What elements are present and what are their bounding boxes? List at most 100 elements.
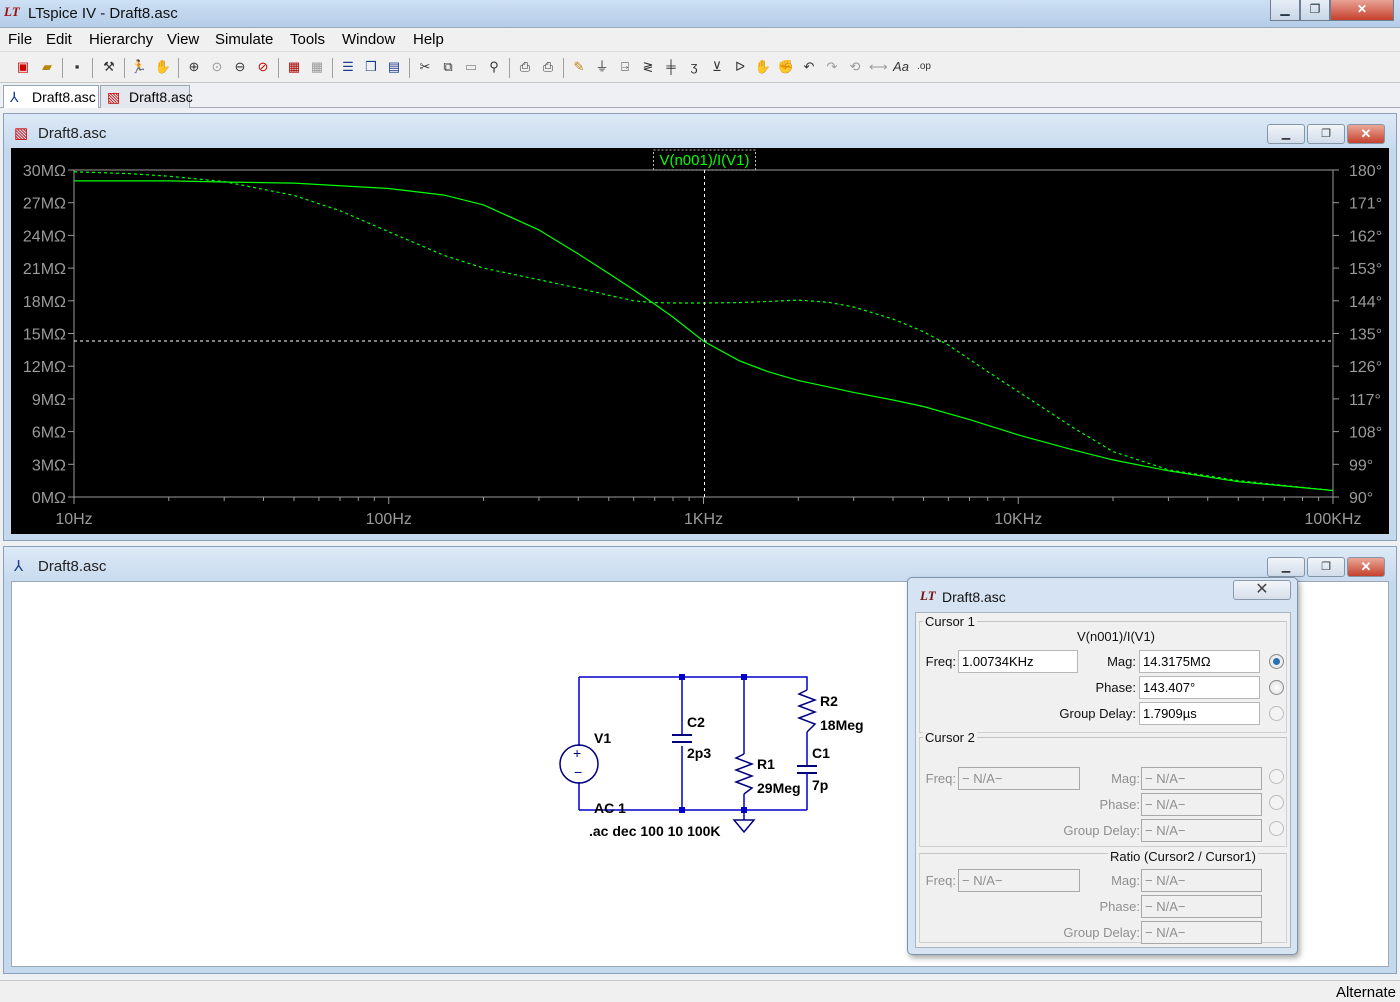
ratio-mag-field[interactable]: − N/A− — [1141, 869, 1262, 892]
cursor-dialog-close-button[interactable]: ✕ — [1233, 580, 1291, 600]
zoom-cancel-icon[interactable]: ⊘ — [254, 58, 272, 76]
ratio-phase-field[interactable]: − N/A− — [1141, 895, 1262, 918]
r1-value[interactable]: 29Meg — [757, 780, 801, 796]
resistor-icon[interactable]: ≷ — [639, 58, 657, 76]
cursor1-phase-radio[interactable] — [1269, 680, 1284, 695]
redo-icon[interactable]: ↷ — [823, 58, 841, 76]
c2-capacitor[interactable] — [672, 734, 692, 743]
menu-tools[interactable]: Tools — [290, 31, 325, 48]
mirror-icon[interactable]: ⟷ — [869, 58, 888, 76]
ground-icon[interactable]: ⏚ — [593, 58, 611, 76]
zoom-out-icon[interactable]: ⊖ — [231, 58, 249, 76]
r2-resistor[interactable] — [796, 689, 818, 733]
print-icon[interactable]: ⎙ — [539, 58, 557, 76]
menu-window[interactable]: Window — [342, 31, 395, 48]
menu-hierarchy[interactable]: Hierarchy — [89, 31, 153, 48]
new-schematic-icon[interactable]: ▣ — [14, 58, 32, 76]
c1-capacitor[interactable] — [797, 765, 817, 774]
r1-resistor[interactable] — [733, 753, 755, 795]
tab-schematic[interactable]: ⅄ Draft8.asc — [3, 85, 99, 108]
undo-icon[interactable]: ↶ — [800, 58, 818, 76]
cursor1-gd-radio[interactable] — [1269, 706, 1284, 721]
text-icon[interactable]: Aa — [892, 58, 910, 76]
close-button[interactable]: ✕ — [1330, 0, 1394, 21]
r2-label[interactable]: R2 — [820, 693, 838, 709]
plot-close-button[interactable]: ✕ — [1347, 124, 1385, 144]
zoom-full-icon[interactable]: ⊙ — [208, 58, 226, 76]
menu-view[interactable]: View — [167, 31, 199, 48]
r1-label[interactable]: R1 — [757, 756, 775, 772]
autorange-icon[interactable]: ▦ — [285, 58, 303, 76]
v1-voltage-source[interactable]: + − — [559, 744, 599, 784]
c2-value[interactable]: 2p3 — [687, 745, 711, 761]
cursor1-mag-radio[interactable] — [1269, 654, 1284, 669]
maximize-button[interactable]: ❐ — [1300, 0, 1330, 21]
y-right-tick-label: 144° — [1349, 294, 1382, 311]
tab-waveform[interactable]: ▧ Draft8.asc — [100, 85, 193, 108]
schem-maximize-button[interactable]: ❐ — [1307, 557, 1345, 577]
spice-directive-icon[interactable]: .op — [915, 58, 933, 76]
cursor2-phase-field[interactable]: − N/A− — [1141, 793, 1262, 816]
menu-simulate[interactable]: Simulate — [215, 31, 273, 48]
menu-help[interactable]: Help — [413, 31, 444, 48]
x-tick-label: 100Hz — [366, 511, 412, 528]
cursor2-freq-field[interactable]: − N/A− — [958, 767, 1080, 790]
diode-icon[interactable]: ⊻ — [708, 58, 726, 76]
ratio-freq-field[interactable]: − N/A− — [958, 869, 1080, 892]
rotate-icon[interactable]: ⟲ — [846, 58, 864, 76]
minimize-button[interactable]: ▁ — [1270, 0, 1300, 21]
schem-minimize-button[interactable]: ▁ — [1267, 557, 1305, 577]
open-icon[interactable]: ▰ — [38, 58, 56, 76]
cursor1-gd-field[interactable]: 1.7909µs — [1139, 702, 1260, 725]
plot-canvas[interactable]: 30MΩ 27MΩ 24MΩ 21MΩ 18MΩ 15MΩ 12MΩ 9MΩ 6MΩ 3MΩ 0MΩ… — [11, 148, 1389, 534]
inductor-icon[interactable]: ʒ — [685, 58, 703, 76]
cursor1-mag-field[interactable]: 14.3175MΩ — [1139, 650, 1260, 673]
cursor1-phase-field[interactable]: 143.407° — [1139, 676, 1260, 699]
zoom-in-icon[interactable]: ⊕ — [185, 58, 203, 76]
trace-name-label[interactable]: V(n001)/I(V1) — [659, 152, 749, 169]
wire-icon[interactable]: ✎ — [570, 58, 588, 76]
schem-close-button[interactable]: ✕ — [1347, 557, 1385, 577]
cursor2-gd-field[interactable]: − N/A− — [1141, 819, 1262, 842]
component-icon[interactable]: ᐅ — [731, 58, 749, 76]
grid-icon[interactable]: ▦ — [308, 58, 326, 76]
copy-icon[interactable]: ⧉ — [439, 58, 457, 76]
run-icon[interactable]: 🏃 — [130, 58, 148, 76]
drag-icon[interactable]: ✊ — [777, 58, 795, 76]
junctions — [679, 674, 747, 813]
find-icon[interactable]: ⚲ — [485, 58, 503, 76]
paste-icon[interactable]: ▭ — [462, 58, 480, 76]
print-setup-icon[interactable]: ⎙ — [516, 58, 534, 76]
cut-icon[interactable]: ✂ — [416, 58, 434, 76]
plot-minimize-button[interactable]: ▁ — [1267, 124, 1305, 144]
ltspice-logo-icon: LT — [920, 588, 936, 603]
tile-vertical-icon[interactable]: ▤ — [385, 58, 403, 76]
r2-value[interactable]: 18Meg — [820, 717, 864, 733]
c1-label[interactable]: C1 — [812, 745, 830, 761]
cursor2-mag-radio[interactable] — [1269, 769, 1284, 784]
spice-directive[interactable]: .ac dec 100 10 100K — [589, 823, 721, 839]
pan-icon[interactable]: ✋ — [154, 58, 172, 76]
y-right-tick-label: 153° — [1349, 261, 1382, 278]
plot-maximize-button[interactable]: ❐ — [1307, 124, 1345, 144]
tile-horizontal-icon[interactable]: ☰ — [339, 58, 357, 76]
cursor2-gd-radio[interactable] — [1269, 821, 1284, 836]
control-panel-icon[interactable]: ⚒ — [100, 58, 118, 76]
v1-value[interactable]: AC 1 — [594, 800, 626, 816]
label-net-icon[interactable]: ⍈ — [616, 58, 634, 76]
cursor2-mag-field[interactable]: − N/A− — [1141, 767, 1262, 790]
cursor2-phase-radio[interactable] — [1269, 795, 1284, 810]
window-title: LTspice IV - Draft8.asc — [28, 5, 178, 22]
waveform-plot[interactable]: 30MΩ 27MΩ 24MΩ 21MΩ 18MΩ 15MΩ 12MΩ 9MΩ 6MΩ 3MΩ 0MΩ… — [11, 148, 1389, 534]
cascade-icon[interactable]: ❒ — [362, 58, 380, 76]
menu-file[interactable]: File — [8, 31, 32, 48]
save-icon[interactable]: ▪ — [68, 58, 86, 76]
c2-label[interactable]: C2 — [687, 714, 705, 730]
ratio-gd-field[interactable]: − N/A− — [1141, 921, 1262, 944]
cursor1-freq-field[interactable]: 1.00734KHz — [958, 650, 1078, 673]
menu-edit[interactable]: Edit — [46, 31, 72, 48]
capacitor-icon[interactable]: ╪ — [662, 58, 680, 76]
move-icon[interactable]: ✋ — [754, 58, 772, 76]
c1-value[interactable]: 7p — [812, 777, 828, 793]
v1-label[interactable]: V1 — [594, 730, 611, 746]
